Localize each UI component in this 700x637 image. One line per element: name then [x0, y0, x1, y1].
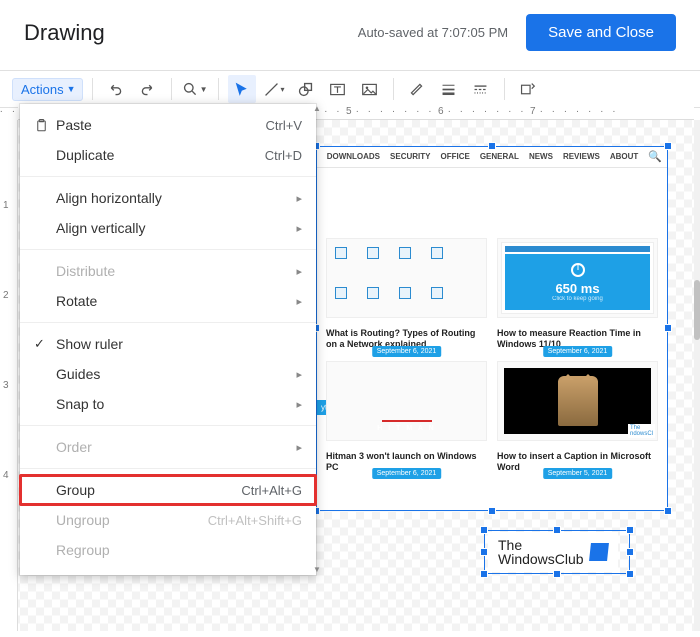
resize-handle[interactable] — [664, 324, 672, 332]
menu-regroup: Regroup — [20, 535, 316, 565]
resize-handle[interactable] — [626, 548, 634, 556]
selection-outline — [484, 530, 630, 574]
chevron-right-icon: ▸ — [296, 265, 302, 278]
menu-label: Align horizontally — [56, 190, 162, 206]
menu-rotate[interactable]: Rotate ▸ — [20, 286, 316, 316]
border-dash-button[interactable] — [467, 75, 495, 103]
menu-separator — [20, 468, 316, 469]
resize-handle[interactable] — [626, 526, 634, 534]
check-icon — [34, 336, 56, 352]
resize-handle[interactable] — [488, 142, 496, 150]
menu-group[interactable]: Group Ctrl+Alt+G — [20, 475, 316, 505]
resize-handle[interactable] — [553, 526, 561, 534]
toolbar-separator — [218, 78, 219, 100]
menu-label: Ungroup — [56, 512, 110, 528]
ruler-tick: 6· · · · · · · — [438, 106, 527, 117]
menu-order: Order ▸ — [20, 432, 316, 462]
actions-dropdown-menu: ▲ ▼ Paste Ctrl+V Duplicate Ctrl+D Align … — [20, 104, 316, 575]
textbox-tool-button[interactable] — [324, 75, 352, 103]
chevron-right-icon: ▸ — [296, 222, 302, 235]
menu-ungroup: Ungroup Ctrl+Alt+Shift+G — [20, 505, 316, 535]
format-options-button[interactable] — [514, 75, 542, 103]
clipboard-icon — [34, 118, 56, 133]
resize-handle[interactable] — [480, 570, 488, 578]
menu-label: Guides — [56, 366, 100, 382]
menu-snap-to[interactable]: Snap to ▸ — [20, 389, 316, 419]
shape-tool-button[interactable] — [292, 75, 320, 103]
resize-handle[interactable] — [553, 570, 561, 578]
menu-label: Regroup — [56, 542, 110, 558]
resize-handle[interactable] — [626, 570, 634, 578]
actions-menu-button[interactable]: Actions ▼ — [12, 78, 83, 101]
chevron-right-icon: ▸ — [296, 398, 302, 411]
menu-shortcut: Ctrl+D — [265, 148, 302, 163]
actions-menu-label: Actions — [21, 82, 64, 97]
scroll-down-icon[interactable]: ▼ — [313, 565, 319, 575]
menu-label: Rotate — [56, 293, 97, 309]
toolbar-separator — [504, 78, 505, 100]
menu-separator — [20, 322, 316, 323]
ruler-tick: 5· · · · · · · — [346, 106, 435, 117]
menu-label: Group — [56, 482, 95, 498]
chevron-right-icon: ▸ — [296, 295, 302, 308]
menu-shortcut: Ctrl+V — [266, 118, 302, 133]
menu-label: Snap to — [56, 396, 104, 412]
menu-align-vertically[interactable]: Align vertically ▸ — [20, 213, 316, 243]
menu-guides[interactable]: Guides ▸ — [20, 359, 316, 389]
select-tool-button[interactable] — [228, 75, 256, 103]
border-color-button[interactable] — [403, 75, 431, 103]
menu-label: Show ruler — [56, 336, 123, 352]
border-weight-button[interactable] — [435, 75, 463, 103]
menu-label: Align vertically — [56, 220, 145, 236]
menu-show-ruler[interactable]: Show ruler — [20, 329, 316, 359]
menu-shortcut: Ctrl+Alt+G — [241, 483, 302, 498]
chevron-right-icon: ▸ — [296, 441, 302, 454]
ruler-tick: 7· · · · · · · — [530, 106, 619, 117]
insert-image-button[interactable] — [356, 75, 384, 103]
autosave-status: Auto-saved at 7:07:05 PM — [358, 25, 508, 40]
menu-paste[interactable]: Paste Ctrl+V — [20, 110, 316, 140]
chevron-down-icon: ▼ — [200, 85, 208, 94]
menu-separator — [20, 249, 316, 250]
menu-shortcut: Ctrl+Alt+Shift+G — [208, 513, 302, 528]
ruler-vertical: 1 2 3 4 — [0, 120, 18, 631]
menu-label: Order — [56, 439, 92, 455]
toolbar-separator — [393, 78, 394, 100]
chevron-right-icon: ▸ — [296, 192, 302, 205]
toolbar: Actions ▼ ▼ ▾ — [0, 70, 700, 108]
toolbar-separator — [171, 78, 172, 100]
scrollbar-thumb[interactable] — [694, 280, 700, 340]
selection-outline — [316, 146, 668, 511]
line-tool-button[interactable]: ▾ — [260, 75, 288, 103]
menu-separator — [20, 425, 316, 426]
menu-label: Duplicate — [56, 147, 114, 163]
menu-align-horizontally[interactable]: Align horizontally ▸ — [20, 183, 316, 213]
menu-distribute: Distribute ▸ — [20, 256, 316, 286]
menu-label: Distribute — [56, 263, 115, 279]
toolbar-separator — [92, 78, 93, 100]
resize-handle[interactable] — [664, 142, 672, 150]
menu-separator — [20, 176, 316, 177]
chevron-right-icon: ▸ — [296, 368, 302, 381]
resize-handle[interactable] — [664, 507, 672, 515]
vertical-scrollbar[interactable] — [694, 120, 700, 631]
undo-button[interactable] — [102, 75, 130, 103]
dialog-title: Drawing — [24, 20, 105, 46]
menu-label: Paste — [56, 117, 92, 133]
menu-duplicate[interactable]: Duplicate Ctrl+D — [20, 140, 316, 170]
resize-handle[interactable] — [480, 548, 488, 556]
save-and-close-button[interactable]: Save and Close — [526, 14, 676, 51]
zoom-button[interactable]: ▼ — [181, 75, 209, 103]
resize-handle[interactable] — [480, 526, 488, 534]
chevron-down-icon: ▼ — [67, 84, 76, 94]
resize-handle[interactable] — [488, 507, 496, 515]
redo-button[interactable] — [134, 75, 162, 103]
chevron-down-icon: ▾ — [281, 85, 285, 94]
